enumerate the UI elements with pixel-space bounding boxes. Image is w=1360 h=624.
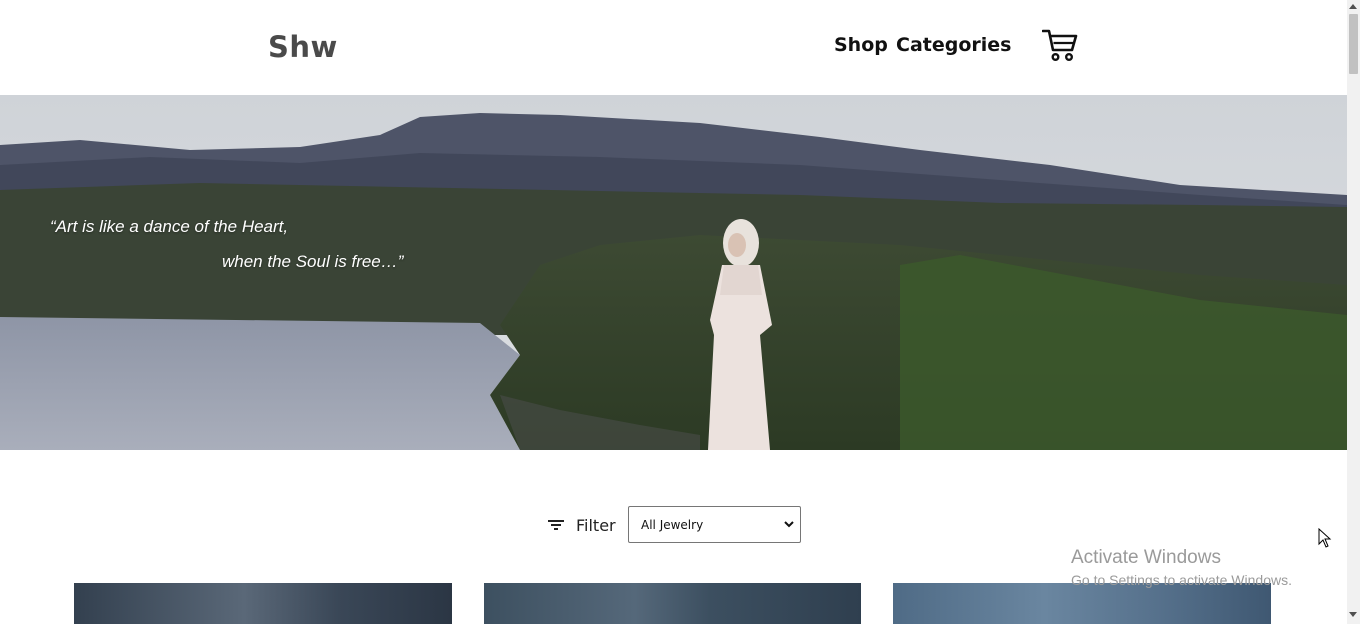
watermark-title: Activate Windows (1071, 547, 1221, 568)
scrollbar-thumb[interactable] (1349, 14, 1358, 74)
filter-button[interactable]: Filter (547, 514, 616, 536)
nav-categories-link[interactable]: Categories (896, 34, 1011, 56)
scroll-down-arrow-icon[interactable] (1349, 612, 1357, 617)
chevron-down-icon (784, 521, 794, 528)
select-value: All Jewelry (641, 517, 704, 532)
cart-icon (1041, 29, 1078, 62)
hero-landscape-image (0, 95, 1347, 450)
jewelry-category-select[interactable]: All Jewelry (628, 506, 801, 543)
product-card[interactable] (74, 583, 452, 624)
product-card[interactable] (484, 583, 861, 624)
vertical-scrollbar[interactable] (1347, 0, 1360, 624)
site-logo[interactable]: Shw (268, 30, 338, 64)
filter-icon (548, 520, 564, 530)
nav-shop-link[interactable]: Shop (834, 34, 888, 56)
hero-banner: “Art is like a dance of the Heart, when … (0, 95, 1347, 450)
activate-windows-watermark: Activate Windows Go to Settings to activ… (1071, 547, 1292, 588)
cart-button[interactable] (1041, 28, 1078, 62)
hero-quote-line-1: “Art is like a dance of the Heart, (50, 217, 289, 236)
filter-label: Filter (576, 515, 616, 535)
product-card[interactable] (893, 583, 1271, 624)
hero-quote-line-2: when the Soul is free…” (222, 252, 404, 271)
scroll-up-arrow-icon[interactable] (1349, 4, 1357, 9)
watermark-subtitle: Go to Settings to activate Windows. (1071, 572, 1292, 588)
site-header: Shw Shop Categories (0, 0, 1347, 95)
mouse-cursor-icon (1318, 528, 1332, 548)
